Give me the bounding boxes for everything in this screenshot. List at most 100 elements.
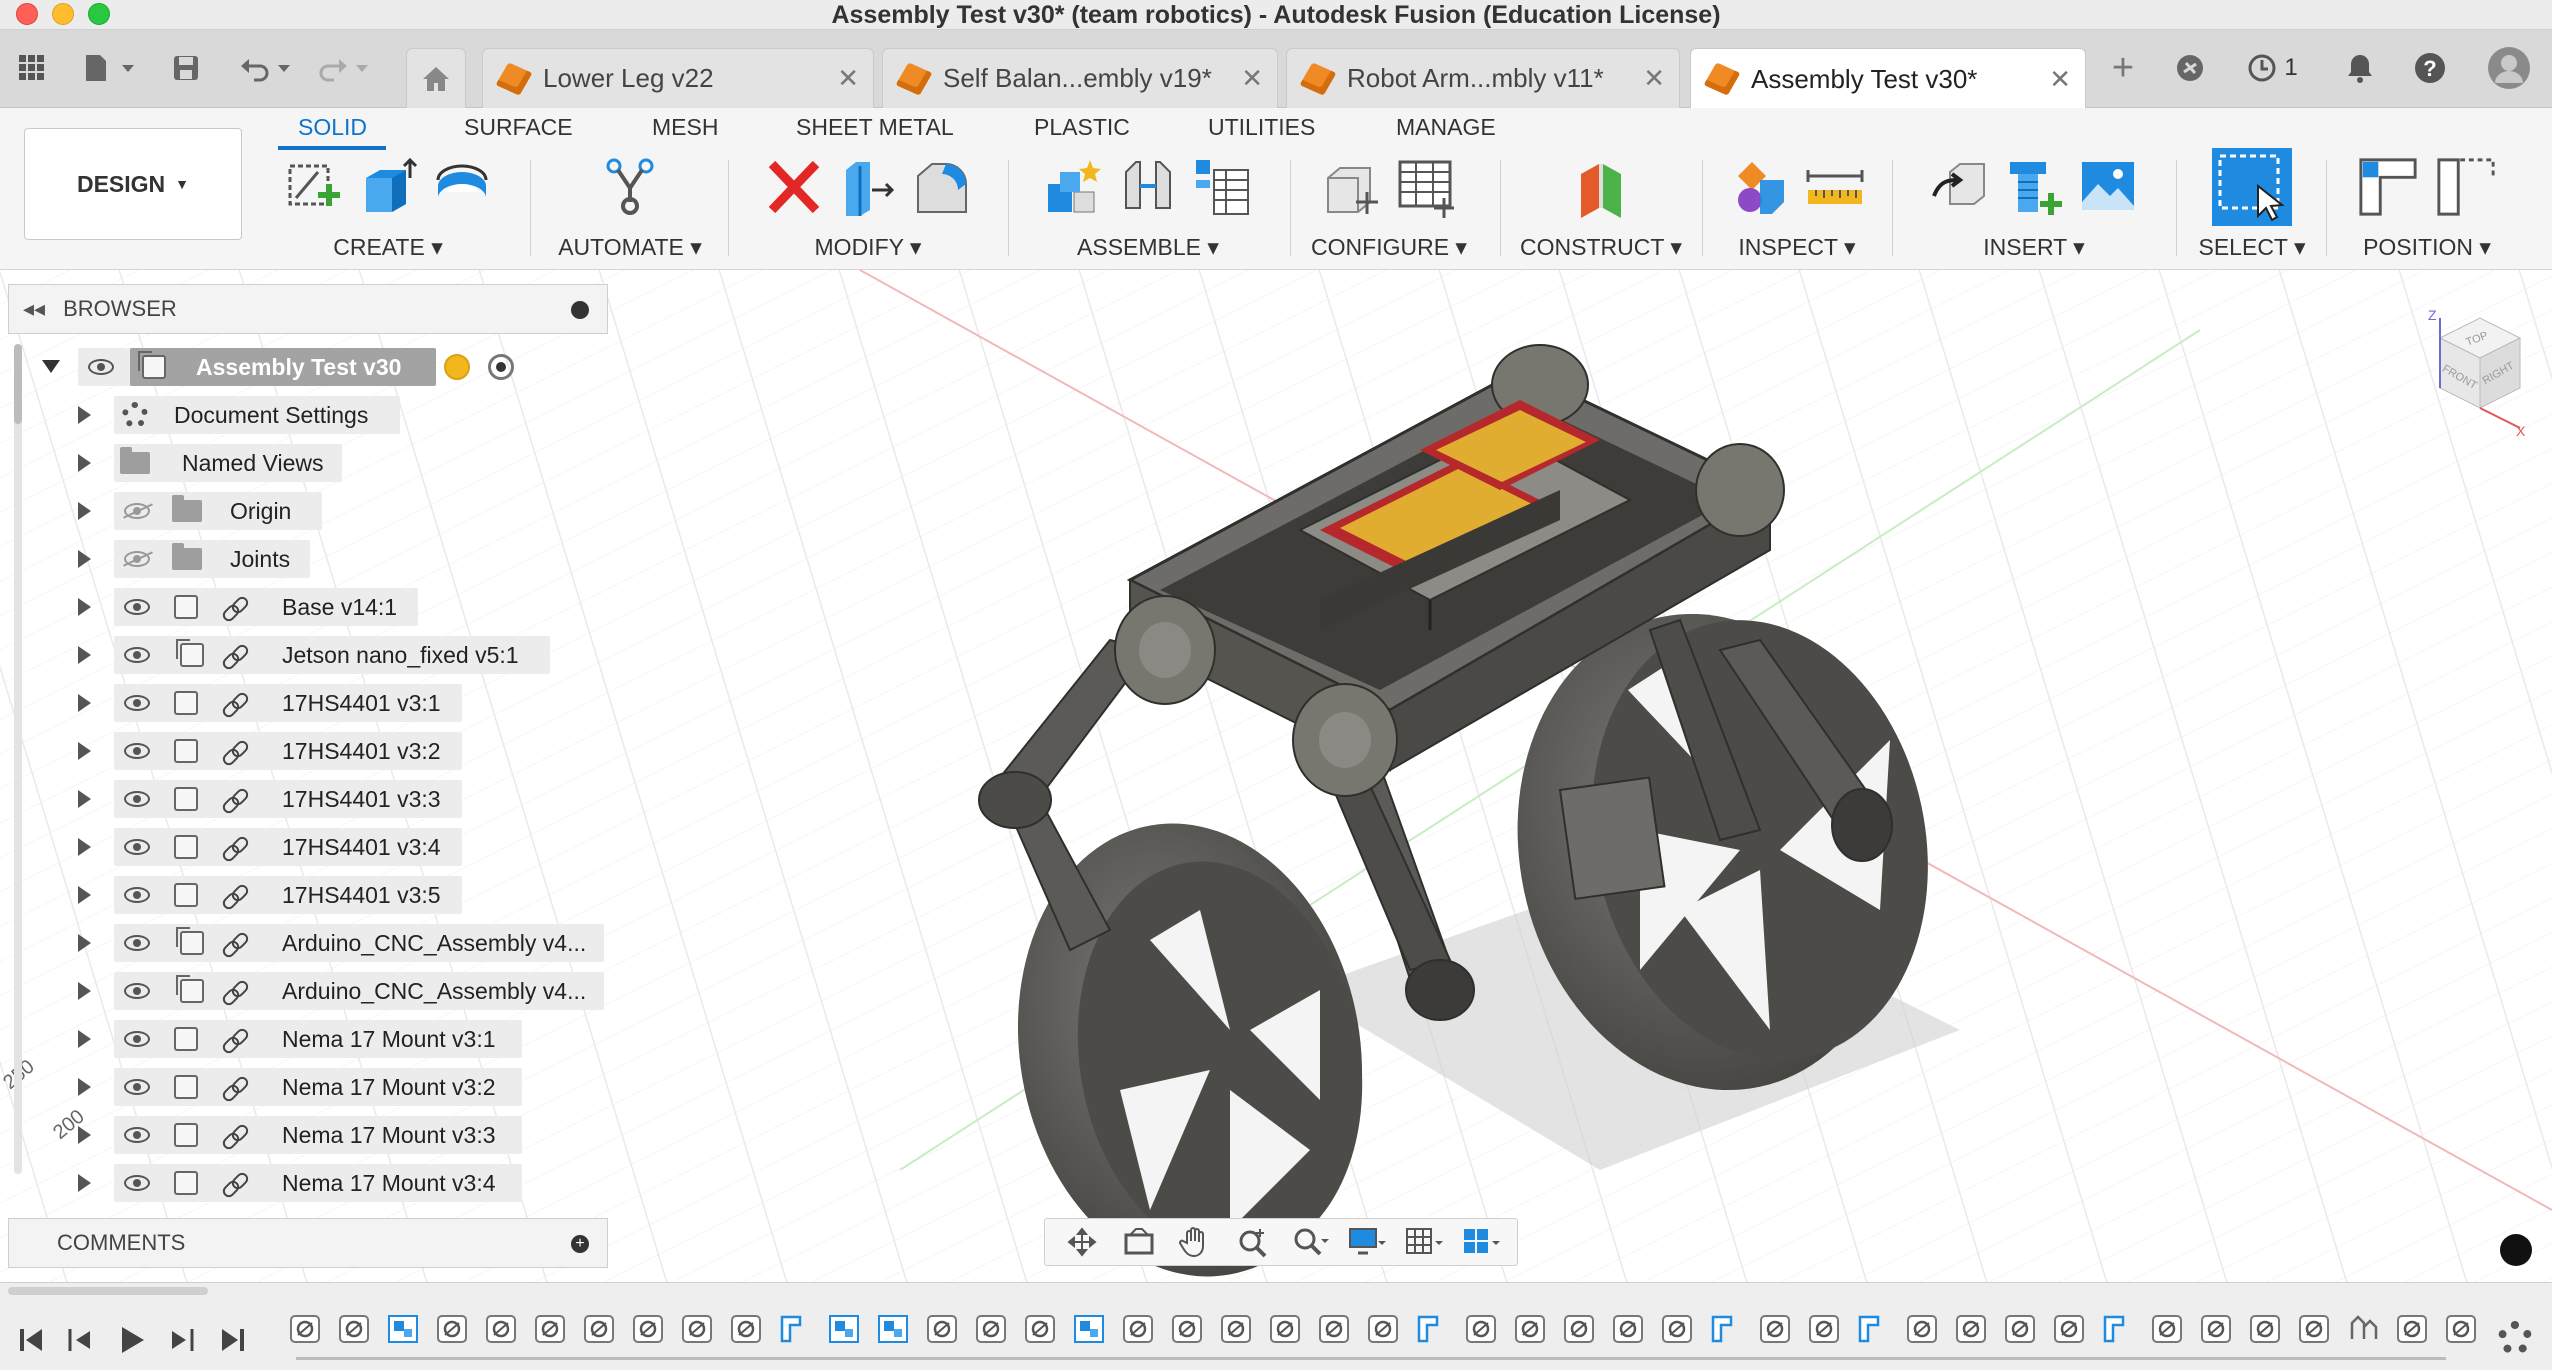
tree-item-17hs4401-3[interactable]: 17HS4401 v3:3 <box>0 776 620 822</box>
insert-mcmaster-icon[interactable] <box>2004 156 2064 218</box>
tree-item-origin[interactable]: Origin <box>0 488 620 534</box>
timeline-joint-icon[interactable] <box>1660 1313 1694 1345</box>
timeline-rigid-group-icon[interactable] <box>827 1313 861 1345</box>
tree-item-17hs4401-1[interactable]: 17HS4401 v3:1 <box>0 680 620 726</box>
visibility-eye-icon[interactable] <box>124 935 150 951</box>
expand-arrow-icon[interactable] <box>78 1174 91 1192</box>
tab-sheet-metal[interactable]: SHEET METAL <box>796 114 954 141</box>
timeline-component-icon[interactable] <box>778 1313 812 1345</box>
visibility-eye-icon[interactable] <box>124 1031 150 1047</box>
app-grid-icon[interactable] <box>14 50 50 86</box>
close-tab-icon[interactable]: ✕ <box>837 63 859 94</box>
step-forward-icon[interactable] <box>168 1325 196 1355</box>
comments-panel-header[interactable]: COMMENTS + <box>8 1218 608 1268</box>
visibility-eye-icon[interactable] <box>124 1175 150 1191</box>
timeline-joint-icon[interactable] <box>1807 1313 1841 1345</box>
timeline-joint-icon[interactable] <box>974 1313 1008 1345</box>
close-tab-icon[interactable]: ✕ <box>1241 63 1263 94</box>
timeline-joint-icon[interactable] <box>729 1313 763 1345</box>
hidden-eye-icon[interactable] <box>124 551 150 567</box>
assemble-label[interactable]: ASSEMBLE <box>1077 234 1201 260</box>
tree-item-nema-mount-4[interactable]: Nema 17 Mount v3:4 <box>0 1160 620 1206</box>
orbit-icon[interactable] <box>1063 1225 1101 1259</box>
tree-item-named-views[interactable]: Named Views <box>0 440 620 486</box>
revolve-icon[interactable] <box>432 156 492 218</box>
tree-item-arduino-cnc-2[interactable]: Arduino_CNC_Assembly v4... <box>0 968 620 1014</box>
look-at-icon[interactable] <box>1120 1225 1158 1259</box>
timeline-joint-icon[interactable] <box>1268 1313 1302 1345</box>
timeline-joint-icon[interactable] <box>1513 1313 1547 1345</box>
position-label[interactable]: POSITION <box>2363 234 2473 260</box>
visibility-eye-icon[interactable] <box>124 743 150 759</box>
tree-item-17hs4401-5[interactable]: 17HS4401 v3:5 <box>0 872 620 918</box>
zoom-icon[interactable] <box>1234 1225 1272 1259</box>
modify-label[interactable]: MODIFY <box>815 234 904 260</box>
tab-plastic[interactable]: PLASTIC <box>1034 114 1130 141</box>
expand-arrow-icon[interactable] <box>78 454 91 472</box>
activate-badge-icon[interactable] <box>444 354 470 380</box>
viewports-icon[interactable] <box>1462 1225 1500 1259</box>
expand-arrow-icon[interactable] <box>78 694 91 712</box>
interference-icon[interactable] <box>1730 156 1790 218</box>
timeline-joint-icon[interactable] <box>1758 1313 1792 1345</box>
tree-item-nema-mount-2[interactable]: Nema 17 Mount v3:2 <box>0 1064 620 1110</box>
timeline-joint-icon[interactable] <box>533 1313 567 1345</box>
timeline-joint-icon[interactable] <box>2297 1313 2331 1345</box>
tab-surface[interactable]: SURFACE <box>464 114 573 141</box>
construct-label[interactable]: CONSTRUCT <box>1520 234 1664 260</box>
timeline-joint-icon[interactable] <box>582 1313 616 1345</box>
expand-arrow-icon[interactable] <box>78 1126 91 1144</box>
timeline-component-icon[interactable] <box>1415 1313 1449 1345</box>
expand-arrow-icon[interactable] <box>78 646 91 664</box>
tree-item-nema-mount-1[interactable]: Nema 17 Mount v3:1 <box>0 1016 620 1062</box>
timeline-joint-icon[interactable] <box>1464 1313 1498 1345</box>
visibility-eye-icon[interactable] <box>124 695 150 711</box>
timeline-component-icon[interactable] <box>1709 1313 1743 1345</box>
timeline-scrollbar[interactable] <box>8 1287 208 1295</box>
timeline-joint-icon[interactable] <box>2199 1313 2233 1345</box>
configure-label[interactable]: CONFIGURE <box>1311 234 1449 260</box>
revert-position-icon[interactable] <box>2434 156 2498 218</box>
close-tab-icon[interactable]: ✕ <box>2049 64 2071 95</box>
minimize-browser-icon[interactable] <box>571 301 589 319</box>
save-icon[interactable] <box>168 50 204 86</box>
timeline-joint-icon[interactable] <box>484 1313 518 1345</box>
tab-robot-arm[interactable]: Robot Arm...mbly v11* ✕ <box>1286 48 1680 108</box>
timeline-joint-icon[interactable] <box>1954 1313 1988 1345</box>
timeline-joint-icon[interactable] <box>631 1313 665 1345</box>
tab-solid[interactable]: SOLID <box>298 114 367 141</box>
new-component-icon[interactable] <box>1044 156 1104 218</box>
timeline-joint-icon[interactable] <box>1611 1313 1645 1345</box>
expand-arrow-icon[interactable] <box>78 790 91 808</box>
redo-icon[interactable] <box>314 50 374 86</box>
configure-component-icon[interactable] <box>1322 156 1382 218</box>
timeline-rigid-group-icon[interactable] <box>386 1313 420 1345</box>
expand-arrow-icon[interactable] <box>78 1078 91 1096</box>
expand-arrow-icon[interactable] <box>78 838 91 856</box>
timeline-component-icon[interactable] <box>2101 1313 2135 1345</box>
collapse-panel-icon[interactable]: ◂◂ <box>23 296 45 322</box>
expand-arrow-icon[interactable] <box>78 598 91 616</box>
visibility-eye-icon[interactable] <box>124 1079 150 1095</box>
visibility-eye-icon[interactable] <box>124 599 150 615</box>
expand-arrow-icon[interactable] <box>78 934 91 952</box>
help-icon[interactable]: ? <box>2410 50 2450 86</box>
expand-arrow-icon[interactable] <box>78 742 91 760</box>
tab-assembly-test[interactable]: Assembly Test v30* ✕ <box>1690 48 2086 109</box>
tree-item-nema-mount-3[interactable]: Nema 17 Mount v3:3 <box>0 1112 620 1158</box>
fillet-icon[interactable] <box>912 156 972 218</box>
timeline-joint-icon[interactable] <box>337 1313 371 1345</box>
timeline-joint-icon[interactable] <box>1170 1313 1204 1345</box>
notifications-bell-icon[interactable] <box>2340 50 2380 86</box>
joint-icon[interactable] <box>1118 156 1178 218</box>
timeline-joint-icon[interactable] <box>1121 1313 1155 1345</box>
visibility-eye-icon[interactable] <box>88 359 114 375</box>
expand-arrow-icon[interactable] <box>78 502 91 520</box>
fit-zoom-icon[interactable] <box>1291 1225 1329 1259</box>
expand-arrow-icon[interactable] <box>78 550 91 568</box>
timeline-joint-icon[interactable] <box>2444 1313 2478 1345</box>
timeline-joint-icon[interactable] <box>288 1313 322 1345</box>
timeline-joint-icon[interactable] <box>2150 1313 2184 1345</box>
file-menu-icon[interactable] <box>80 50 140 86</box>
display-settings-icon[interactable] <box>1348 1225 1386 1259</box>
